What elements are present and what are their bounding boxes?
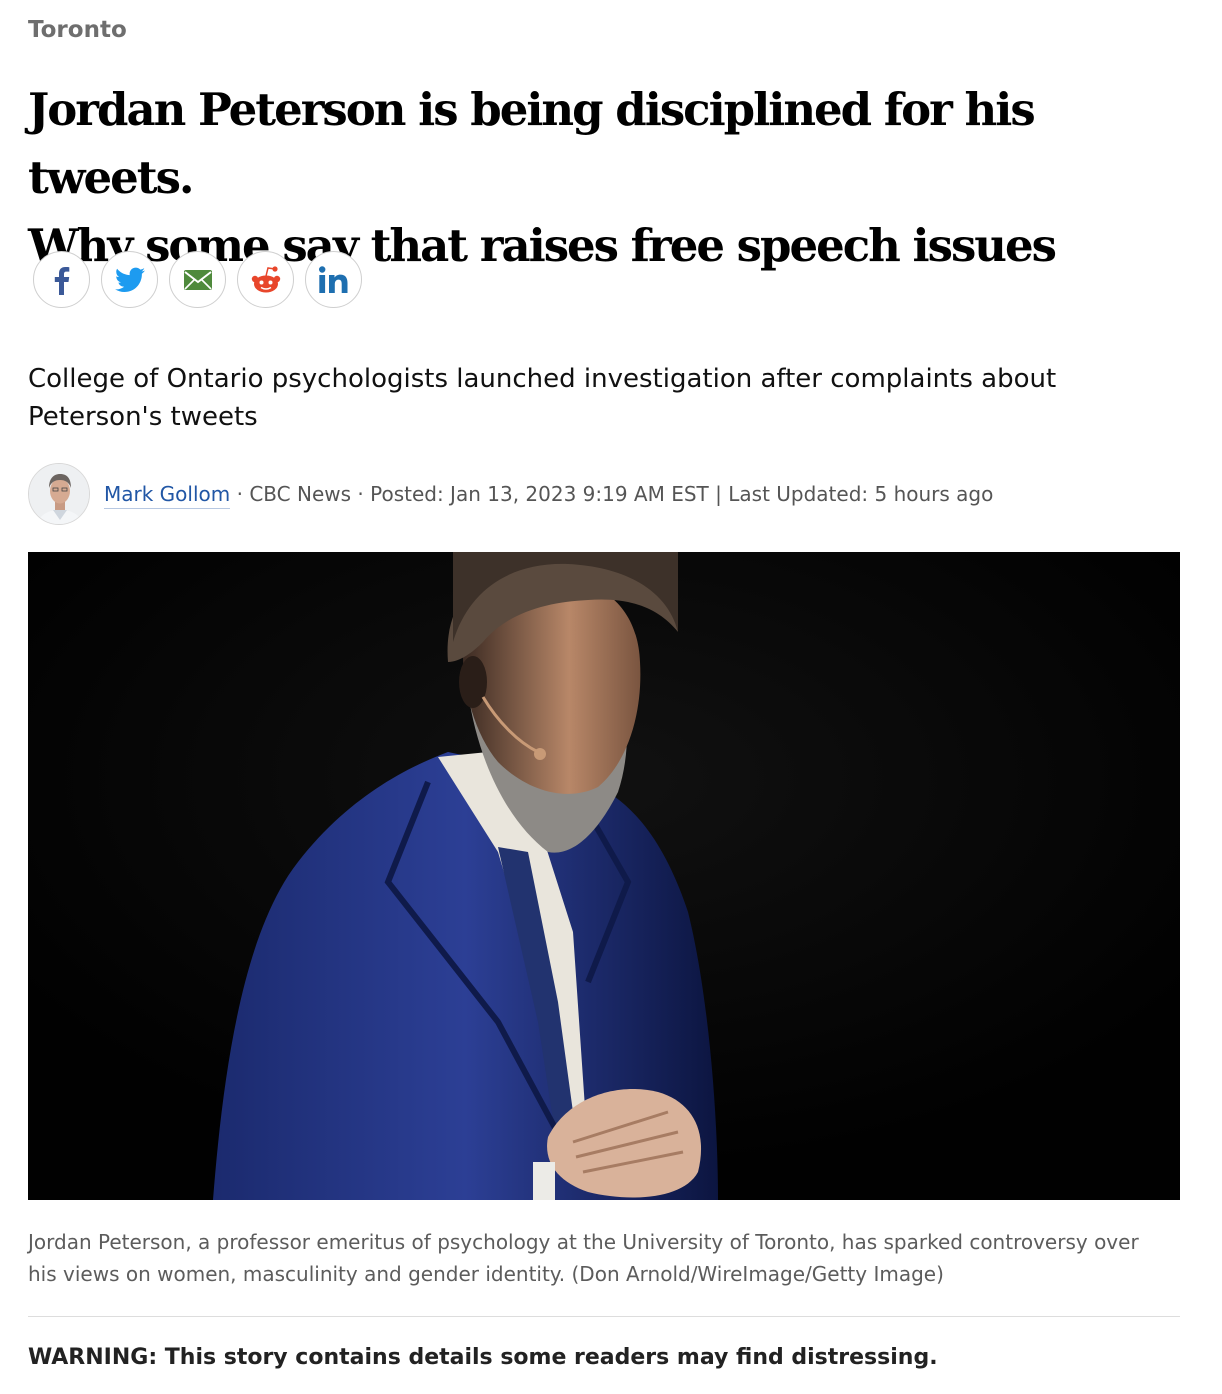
- hero-photo: [28, 552, 1180, 1200]
- share-twitter-button[interactable]: [101, 251, 158, 308]
- share-reddit-button[interactable]: [237, 251, 294, 308]
- byline: Mark Gollom · CBC News · Posted: Jan 13,…: [28, 462, 993, 526]
- article-deck: College of Ontario psychologists launche…: [28, 364, 1057, 432]
- author-avatar[interactable]: [28, 463, 90, 525]
- share-bar: [33, 251, 362, 308]
- byline-separator: |: [715, 482, 722, 506]
- content-warning: WARNING: This story contains details som…: [28, 1345, 938, 1370]
- facebook-icon: [54, 266, 69, 295]
- twitter-icon: [114, 267, 145, 292]
- share-linkedin-button[interactable]: [305, 251, 362, 308]
- share-facebook-button[interactable]: [33, 251, 90, 308]
- mail-icon: [183, 269, 212, 290]
- posted-date: Posted: Jan 13, 2023 9:19 AM EST: [370, 482, 709, 506]
- section-link[interactable]: Toronto: [28, 17, 127, 43]
- byline-text: Mark Gollom · CBC News · Posted: Jan 13,…: [104, 482, 994, 509]
- linkedin-icon: [318, 265, 347, 293]
- hero-image: [28, 552, 1180, 1200]
- share-email-button[interactable]: [169, 251, 226, 308]
- reddit-icon: [251, 265, 280, 292]
- image-caption: Jordan Peterson, a professor emeritus of…: [28, 1230, 1139, 1286]
- author-photo: [29, 464, 89, 524]
- divider: [28, 1316, 1180, 1317]
- author-link[interactable]: Mark Gollom: [104, 482, 231, 509]
- headline-line-1: Jordan Peterson is being disciplined for…: [28, 83, 1036, 204]
- byline-outlet: · CBC News ·: [236, 482, 364, 506]
- headline: Jordan Peterson is being disciplined for…: [28, 76, 1180, 280]
- last-updated: Last Updated: 5 hours ago: [728, 482, 994, 506]
